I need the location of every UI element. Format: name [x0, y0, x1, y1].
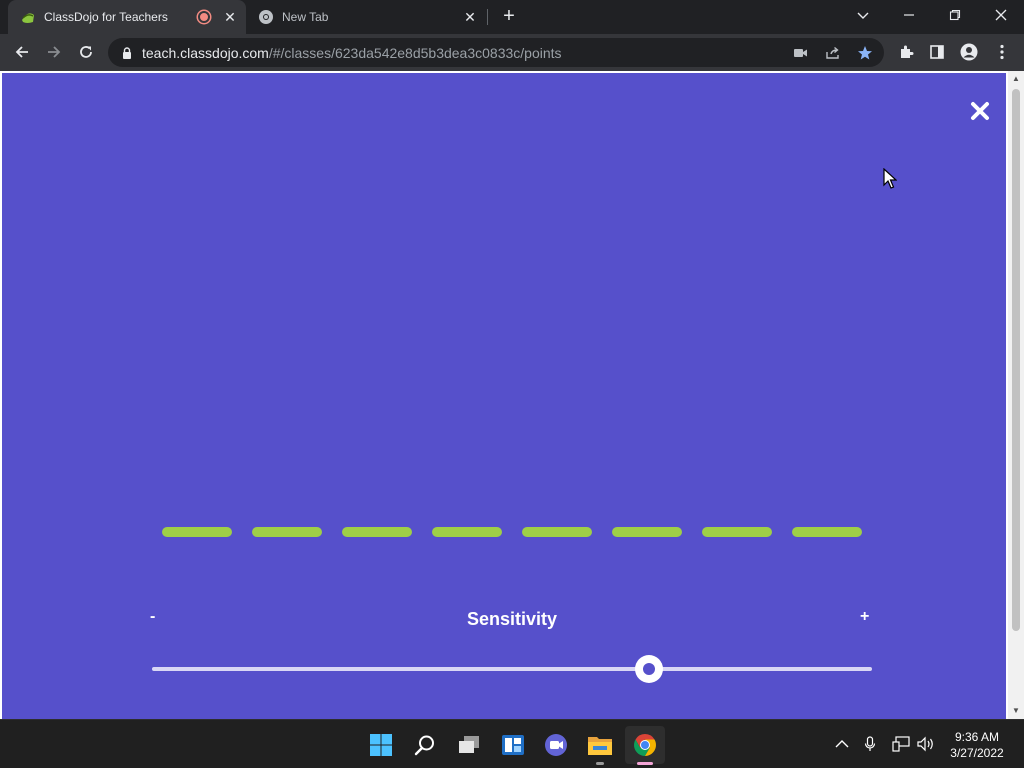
forward-icon[interactable]	[39, 37, 69, 67]
meter-segment	[432, 527, 502, 537]
clock-time: 9:36 AM	[954, 730, 1000, 744]
meter-segment	[342, 527, 412, 537]
lock-icon	[123, 46, 131, 59]
meter-segment	[612, 527, 682, 537]
start-icon[interactable]	[368, 732, 394, 758]
windows-taskbar: 9:36 AM 3/27/2022	[0, 719, 1024, 768]
url-text: teach.classdojo.com/#/classes/623da542e8…	[142, 45, 562, 61]
network-icon[interactable]	[892, 735, 910, 753]
noise-meter-page: - Sensitivity +	[2, 73, 1006, 719]
address-bar[interactable]: teach.classdojo.com/#/classes/623da542e8…	[108, 38, 884, 67]
tab-new-tab[interactable]: New Tab ✕	[250, 0, 486, 34]
close-tab-icon[interactable]: ✕	[462, 9, 478, 25]
scroll-up-icon[interactable]: ▲	[1012, 75, 1020, 83]
menu-kebab-icon[interactable]	[987, 37, 1017, 67]
chrome-icon[interactable]	[632, 732, 658, 758]
page-scrollbar[interactable]: ▲ ▼	[1008, 71, 1024, 719]
browser-toolbar: teach.classdojo.com/#/classes/623da542e8…	[0, 34, 1024, 71]
close-window-icon[interactable]	[978, 0, 1024, 30]
task-view-icon[interactable]	[456, 732, 482, 758]
system-clock[interactable]: 9:36 AM 3/27/2022	[940, 729, 1014, 761]
url-path: /#/classes/623da542e8d5b3dea3c0833c/poin…	[268, 44, 562, 61]
side-panel-icon[interactable]	[922, 37, 952, 67]
tab-search-icon[interactable]	[840, 0, 886, 30]
camera-icon[interactable]	[790, 42, 812, 64]
tab-divider	[487, 9, 488, 25]
tab-title: New Tab	[282, 10, 329, 24]
slider-track[interactable]	[152, 667, 872, 671]
scrollbar-thumb[interactable]	[1012, 89, 1020, 631]
microphone-icon[interactable]	[861, 735, 879, 753]
close-tab-icon[interactable]: ✕	[222, 9, 238, 25]
sensitivity-label: Sensitivity	[466, 609, 558, 629]
sensitivity-slider[interactable]	[152, 655, 872, 685]
sensitivity-decrease-button[interactable]: -	[150, 608, 155, 626]
minimize-icon[interactable]	[886, 0, 932, 30]
bookmark-star-icon[interactable]	[854, 42, 876, 64]
slider-thumb-dot	[642, 663, 655, 675]
profile-icon[interactable]	[954, 37, 984, 67]
recording-icon	[198, 11, 210, 23]
back-icon[interactable]	[7, 37, 37, 67]
meter-segment	[792, 527, 862, 537]
chrome-active-indicator	[637, 762, 653, 765]
teams-chat-icon[interactable]	[543, 732, 569, 758]
close-icon[interactable]	[969, 100, 991, 122]
restore-icon[interactable]	[932, 0, 978, 30]
show-hidden-icons-icon[interactable]	[833, 735, 851, 753]
slider-thumb[interactable]	[634, 655, 663, 683]
scroll-down-icon[interactable]: ▼	[1012, 707, 1020, 715]
clock-date: 3/27/2022	[950, 746, 1004, 760]
reload-icon[interactable]	[71, 37, 101, 67]
tab-title: ClassDojo for Teachers	[44, 10, 168, 24]
tab-classdojo[interactable]: ClassDojo for Teachers ✕	[8, 0, 246, 34]
new-tab-button[interactable]: +	[498, 6, 520, 28]
meter-segment	[702, 527, 772, 537]
sensitivity-increase-button[interactable]: +	[860, 608, 869, 626]
classdojo-icon	[22, 13, 34, 23]
meter-segment	[162, 527, 232, 537]
meter-segment	[522, 527, 592, 537]
tab-strip: ClassDojo for Teachers ✕ New Tab ✕ +	[0, 0, 1024, 34]
page-viewport: - Sensitivity +	[0, 71, 1024, 719]
url-host: teach.classdojo.com	[142, 44, 269, 61]
share-icon[interactable]	[822, 42, 844, 64]
volume-icon[interactable]	[917, 735, 935, 753]
meter-segment	[252, 527, 322, 537]
widgets-icon[interactable]	[500, 732, 526, 758]
file-explorer-icon[interactable]	[587, 732, 613, 758]
noise-meter	[162, 527, 866, 539]
extensions-icon[interactable]	[891, 37, 921, 67]
mouse-cursor-icon	[883, 168, 897, 189]
chrome-tab-icon	[259, 10, 273, 24]
search-icon[interactable]	[412, 732, 438, 758]
file-explorer-indicator	[596, 762, 604, 765]
